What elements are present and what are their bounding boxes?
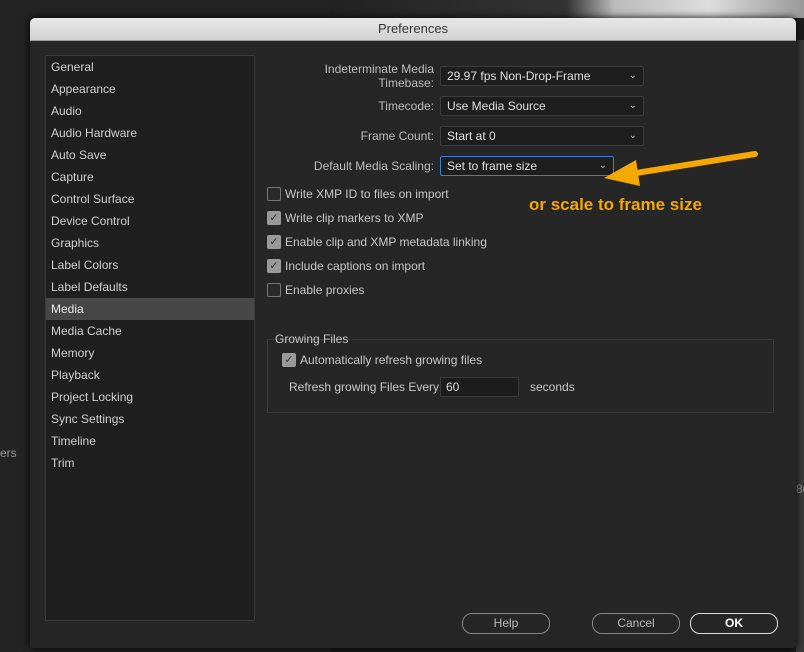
chevron-down-icon: ⌄ (628, 100, 637, 111)
timecode-label: Timecode: (378, 99, 434, 113)
checkbox-checked-icon: ✓ (267, 211, 281, 225)
sidebar-item-memory[interactable]: Memory (46, 342, 254, 364)
timebase-row: Indeterminate Media Timebase: 29.97 fps … (267, 62, 644, 90)
checkbox-empty-icon (267, 187, 281, 201)
sidebar-item-auto-save[interactable]: Auto Save (46, 144, 254, 166)
timebase-label: Indeterminate Media Timebase: (324, 62, 434, 90)
scaling-label: Default Media Scaling: (313, 159, 434, 173)
seconds-label: seconds (530, 380, 575, 394)
background-video (330, 0, 804, 18)
scaling-row: Default Media Scaling: Set to frame size… (267, 156, 614, 176)
sidebar-item-media-cache[interactable]: Media Cache (46, 320, 254, 342)
checkbox-label: Write XMP ID to files on import (285, 187, 449, 201)
sidebar-item-appearance[interactable]: Appearance (46, 78, 254, 100)
sidebar-item-general[interactable]: General (46, 56, 254, 78)
sidebar-item-trim[interactable]: Trim (46, 452, 254, 474)
frame-count-label: Frame Count: (360, 129, 434, 143)
sidebar-item-sync-settings[interactable]: Sync Settings (46, 408, 254, 430)
checkbox-label: Enable clip and XMP metadata linking (285, 235, 487, 249)
growing-files-title: Growing Files (275, 332, 349, 346)
sidebar-item-label-defaults[interactable]: Label Defaults (46, 276, 254, 298)
timecode-row: Timecode: Use Media Source ⌄ (267, 96, 644, 116)
help-button[interactable]: Help (462, 613, 550, 634)
chevron-down-icon: ⌄ (628, 70, 637, 81)
sidebar-item-playback[interactable]: Playback (46, 364, 254, 386)
frame-count-select[interactable]: Start at 0 ⌄ (440, 126, 644, 146)
sidebar-item-label-colors[interactable]: Label Colors (46, 254, 254, 276)
annotation-text: or scale to frame size (529, 195, 702, 214)
timecode-select[interactable]: Use Media Source ⌄ (440, 96, 644, 116)
background-text: ers (0, 446, 17, 460)
checkbox-4[interactable]: Enable proxies (267, 281, 364, 299)
checkbox-2[interactable]: ✓ Enable clip and XMP metadata linking (267, 233, 487, 251)
timecode-value: Use Media Source (447, 99, 546, 113)
scaling-value: Set to frame size (447, 159, 538, 173)
cancel-button[interactable]: Cancel (592, 613, 680, 634)
chevron-down-icon: ⌄ (628, 130, 637, 141)
ok-button[interactable]: OK (690, 613, 778, 634)
sidebar-item-control-surface[interactable]: Control Surface (46, 188, 254, 210)
auto-refresh-checkbox[interactable]: ✓ Automatically refresh growing files (282, 351, 482, 369)
sidebar-item-device-control[interactable]: Device Control (46, 210, 254, 232)
sidebar-item-audio[interactable]: Audio (46, 100, 254, 122)
checkbox-label: Include captions on import (285, 259, 426, 273)
timebase-select[interactable]: 29.97 fps Non-Drop-Frame ⌄ (440, 66, 644, 86)
checkbox-label: Enable proxies (285, 283, 365, 297)
sidebar: General Appearance Audio Audio Hardware Auto… (45, 55, 255, 621)
scaling-select[interactable]: Set to frame size ⌄ (440, 156, 614, 176)
dialog-title: Preferences (30, 18, 796, 41)
sidebar-item-capture[interactable]: Capture (46, 166, 254, 188)
checkbox-1[interactable]: ✓ Write clip markers to XMP (267, 209, 423, 227)
checkbox-empty-icon (267, 283, 281, 297)
checkbox-checked-icon: ✓ (267, 259, 281, 273)
background-text: 86 (796, 482, 804, 496)
checkbox-checked-icon: ✓ (282, 353, 296, 367)
checkbox-0[interactable]: Write XMP ID to files on import (267, 185, 449, 203)
refresh-interval-label: Refresh growing Files Every (289, 380, 440, 394)
checkbox-3[interactable]: ✓ Include captions on import (267, 257, 425, 275)
refresh-interval-input[interactable]: 60 (440, 377, 519, 397)
sidebar-item-audio-hardware[interactable]: Audio Hardware (46, 122, 254, 144)
frame-count-value: Start at 0 (447, 129, 496, 143)
checkbox-checked-icon: ✓ (267, 235, 281, 249)
background-strip (796, 40, 804, 652)
timebase-value: 29.97 fps Non-Drop-Frame (447, 69, 591, 83)
sidebar-item-graphics[interactable]: Graphics (46, 232, 254, 254)
sidebar-item-timeline[interactable]: Timeline (46, 430, 254, 452)
frame-count-row: Frame Count: Start at 0 ⌄ (267, 126, 644, 146)
sidebar-item-media[interactable]: Media (46, 298, 254, 320)
checkbox-label: Write clip markers to XMP (285, 211, 424, 225)
sidebar-item-project-locking[interactable]: Project Locking (46, 386, 254, 408)
preferences-dialog: Preferences General Appearance Audio Audio … (30, 18, 796, 648)
auto-refresh-label: Automatically refresh growing files (300, 353, 483, 367)
arrow-annotation-icon (604, 151, 758, 186)
